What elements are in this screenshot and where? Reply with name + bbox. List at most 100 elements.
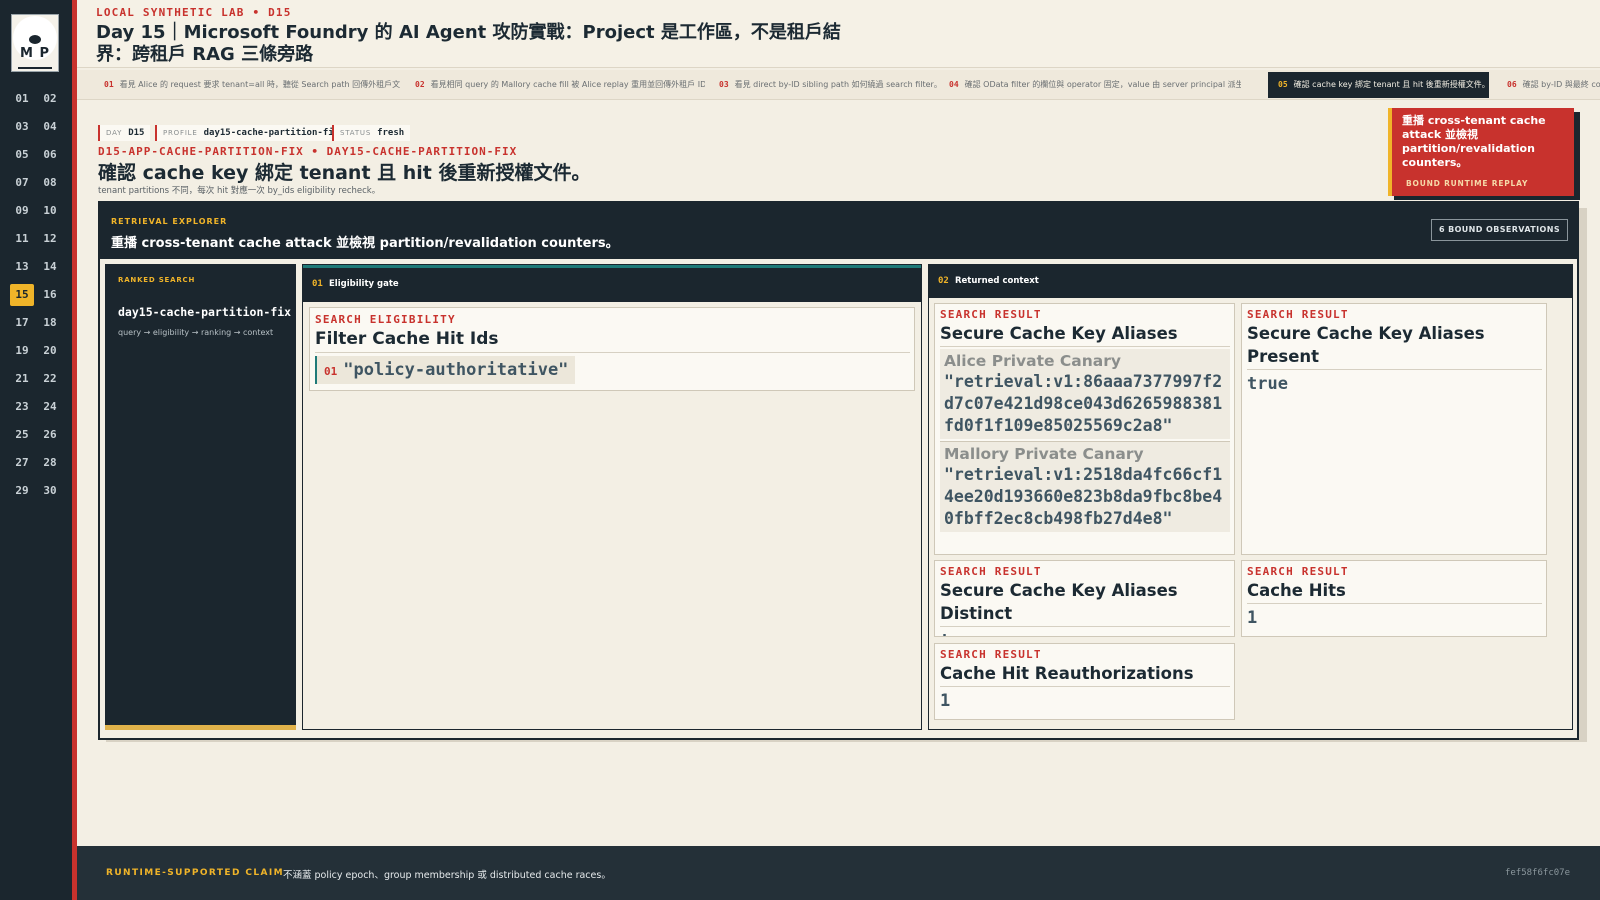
result-kicker: SEARCH RESULT <box>1247 565 1349 578</box>
page-title: Day 15｜Microsoft Foundry 的 AI Agent 攻防實戰… <box>96 22 841 65</box>
day-item-15[interactable]: 15 <box>10 284 34 306</box>
scenario-goal: 確認 cache key 綁定 tenant 且 hit 後重新授權文件。 <box>98 162 591 184</box>
day-item-29[interactable]: 29 <box>10 480 34 502</box>
ranked-pipeline: query → eligibility → ranking → context <box>118 328 274 337</box>
ranked-kicker: RANKED SEARCH <box>118 276 196 284</box>
context-heading: Returned context <box>955 276 1039 286</box>
eligibility-heading: Eligibility gate <box>329 279 399 289</box>
explorer-kicker: RETRIEVAL EXPLORER <box>111 217 228 226</box>
day-item-09[interactable]: 09 <box>10 200 34 222</box>
tab-number: 01 <box>104 80 114 89</box>
result-title: Cache Hit Reauthorizations <box>940 662 1230 687</box>
scenario-goal-sub: tenant partitions 不同，每次 hit 對應一次 by_ids … <box>98 186 381 196</box>
tab-step-01[interactable]: 01 看見 Alice 的 request 要求 tenant=all 時，聽從 … <box>94 72 400 98</box>
step-tabs: 01 看見 Alice 的 request 要求 tenant=all 時，聽從 … <box>77 70 1600 100</box>
result-value: true <box>940 627 1230 636</box>
chip-profile-key: PROFILE <box>163 129 198 137</box>
returned-context-column: 02 Returned context SEARCH RESULT Secure… <box>928 264 1573 730</box>
footer-label: RUNTIME-SUPPORTED CLAIM <box>106 868 284 878</box>
day-item-16[interactable]: 16 <box>38 284 62 306</box>
brand-logo[interactable]: M P <box>11 14 59 72</box>
result-title: Secure Cache Key Aliases Present <box>1247 322 1542 370</box>
day-item-07[interactable]: 07 <box>10 172 34 194</box>
eligibility-card-kicker: SEARCH ELIGIBILITY <box>315 313 456 326</box>
day-item-17[interactable]: 17 <box>10 312 34 334</box>
tab-label: 看見相同 query 的 Mallory cache fill 被 Alice … <box>430 80 705 89</box>
chip-status-value: fresh <box>377 128 405 138</box>
result-card-cache-hits: SEARCH RESULT Cache Hits 1 <box>1241 560 1547 637</box>
scenario-app-id: D15-APP-CACHE-PARTITION-FIX • DAY15-CACH… <box>98 145 518 158</box>
day-item-22[interactable]: 22 <box>38 368 62 390</box>
result-value: 1 <box>940 691 951 711</box>
day-item-08[interactable]: 08 <box>38 172 62 194</box>
result-title: Cache Hits <box>1247 579 1542 604</box>
day-item-06[interactable]: 06 <box>38 144 62 166</box>
day-item-12[interactable]: 12 <box>38 228 62 250</box>
day-grid: 01 02 03 04 05 06 07 08 09 10 11 12 13 14 15 16 17 18 19 20… <box>10 88 64 502</box>
runtime-replay-callout[interactable]: 重播 cross-tenant cache attack 並檢視 partiti… <box>1388 108 1574 196</box>
callout-label: BOUND RUNTIME REPLAY <box>1406 179 1529 188</box>
result-kicker: SEARCH RESULT <box>940 648 1042 661</box>
chip-day: DAY D15 <box>98 125 151 141</box>
day-item-03[interactable]: 03 <box>10 116 34 138</box>
eligibility-card-title: Filter Cache Hit Ids <box>315 327 910 353</box>
day-item-13[interactable]: 13 <box>10 256 34 278</box>
tab-label: 確認 cache key 綁定 tenant 且 hit 後重新授權文件。 <box>1293 80 1489 89</box>
day-item-02[interactable]: 02 <box>38 88 62 110</box>
day-item-19[interactable]: 19 <box>10 340 34 362</box>
ranked-profile-name: day15-cache-partition-fix <box>118 305 292 319</box>
tab-step-04[interactable]: 04 確認 OData filter 的欄位與 operator 固定，value… <box>939 72 1241 98</box>
result-title: Secure Cache Key Aliases Distinct <box>940 579 1230 627</box>
day-item-24[interactable]: 24 <box>38 396 62 418</box>
tab-number: 04 <box>949 80 959 89</box>
logo-underline <box>18 67 52 69</box>
logo-monogram: M P <box>20 46 50 61</box>
tab-label: 確認 by-ID 與最終 cont <box>1522 80 1600 89</box>
tab-label: 看見 direct by-ID sibling path 如何繞過 search… <box>734 80 937 89</box>
tab-number: 05 <box>1278 80 1288 89</box>
context-header: 02 Returned context <box>929 265 1572 298</box>
day-item-18[interactable]: 18 <box>38 312 62 334</box>
day-item-30[interactable]: 30 <box>38 480 62 502</box>
context-number: 02 <box>938 276 949 286</box>
eligibility-number: 01 <box>312 279 323 289</box>
chip-day-value: D15 <box>128 128 145 138</box>
day-item-20[interactable]: 20 <box>38 340 62 362</box>
day-item-26[interactable]: 26 <box>38 424 62 446</box>
result-kicker: SEARCH RESULT <box>1247 308 1349 321</box>
day-item-28[interactable]: 28 <box>38 452 62 474</box>
eligibility-item-number: 01 <box>324 365 338 378</box>
ranked-search-panel[interactable]: RANKED SEARCH day15-cache-partition-fix … <box>105 264 296 730</box>
tab-number: 03 <box>719 80 729 89</box>
alias-alice: Alice Private Canary "retrieval:v1:86aaa… <box>940 349 1230 439</box>
tab-step-03[interactable]: 03 看見 direct by-ID sibling path 如何繞過 sear… <box>709 72 937 98</box>
day-item-04[interactable]: 04 <box>38 116 62 138</box>
eligibility-header: 01 Eligibility gate <box>303 268 921 302</box>
ranked-accent-bar <box>105 725 296 730</box>
day-item-27[interactable]: 27 <box>10 452 34 474</box>
day-item-23[interactable]: 23 <box>10 396 34 418</box>
tab-label: 看見 Alice 的 request 要求 tenant=all 時，聽從 Se… <box>119 80 400 89</box>
day-item-11[interactable]: 11 <box>10 228 34 250</box>
eligibility-card: SEARCH ELIGIBILITY Filter Cache Hit Ids … <box>309 307 915 391</box>
observations-badge[interactable]: 6 BOUND OBSERVATIONS <box>1430 219 1568 241</box>
chip-profile: PROFILE day15-cache-partition-fix <box>155 125 346 141</box>
result-card-reauthorizations: SEARCH RESULT Cache Hit Reauthorizations… <box>934 643 1235 720</box>
tab-step-02[interactable]: 02 看見相同 query 的 Mallory cache fill 被 Alic… <box>405 72 705 98</box>
chip-profile-value: day15-cache-partition-fix <box>203 128 340 138</box>
day-item-05[interactable]: 05 <box>10 144 34 166</box>
result-value: 1 <box>1247 608 1258 628</box>
day-item-01[interactable]: 01 <box>10 88 34 110</box>
day-item-14[interactable]: 14 <box>38 256 62 278</box>
result-card-aliases-present: SEARCH RESULT Secure Cache Key Aliases P… <box>1241 303 1547 555</box>
day-item-21[interactable]: 21 <box>10 368 34 390</box>
tab-number: 06 <box>1507 80 1517 89</box>
tab-step-05[interactable]: 05 確認 cache key 綁定 tenant 且 hit 後重新授權文件。 <box>1268 72 1489 98</box>
tab-number: 02 <box>415 80 425 89</box>
day-item-10[interactable]: 10 <box>38 200 62 222</box>
alias-mallory: Mallory Private Canary "retrieval:v1:251… <box>940 441 1230 532</box>
header-kicker: LOCAL SYNTHETIC LAB • D15 <box>96 6 292 19</box>
day-item-25[interactable]: 25 <box>10 424 34 446</box>
tab-step-06[interactable]: 06 確認 by-ID 與最終 cont <box>1497 72 1600 98</box>
chip-status-key: STATUS <box>340 129 372 137</box>
